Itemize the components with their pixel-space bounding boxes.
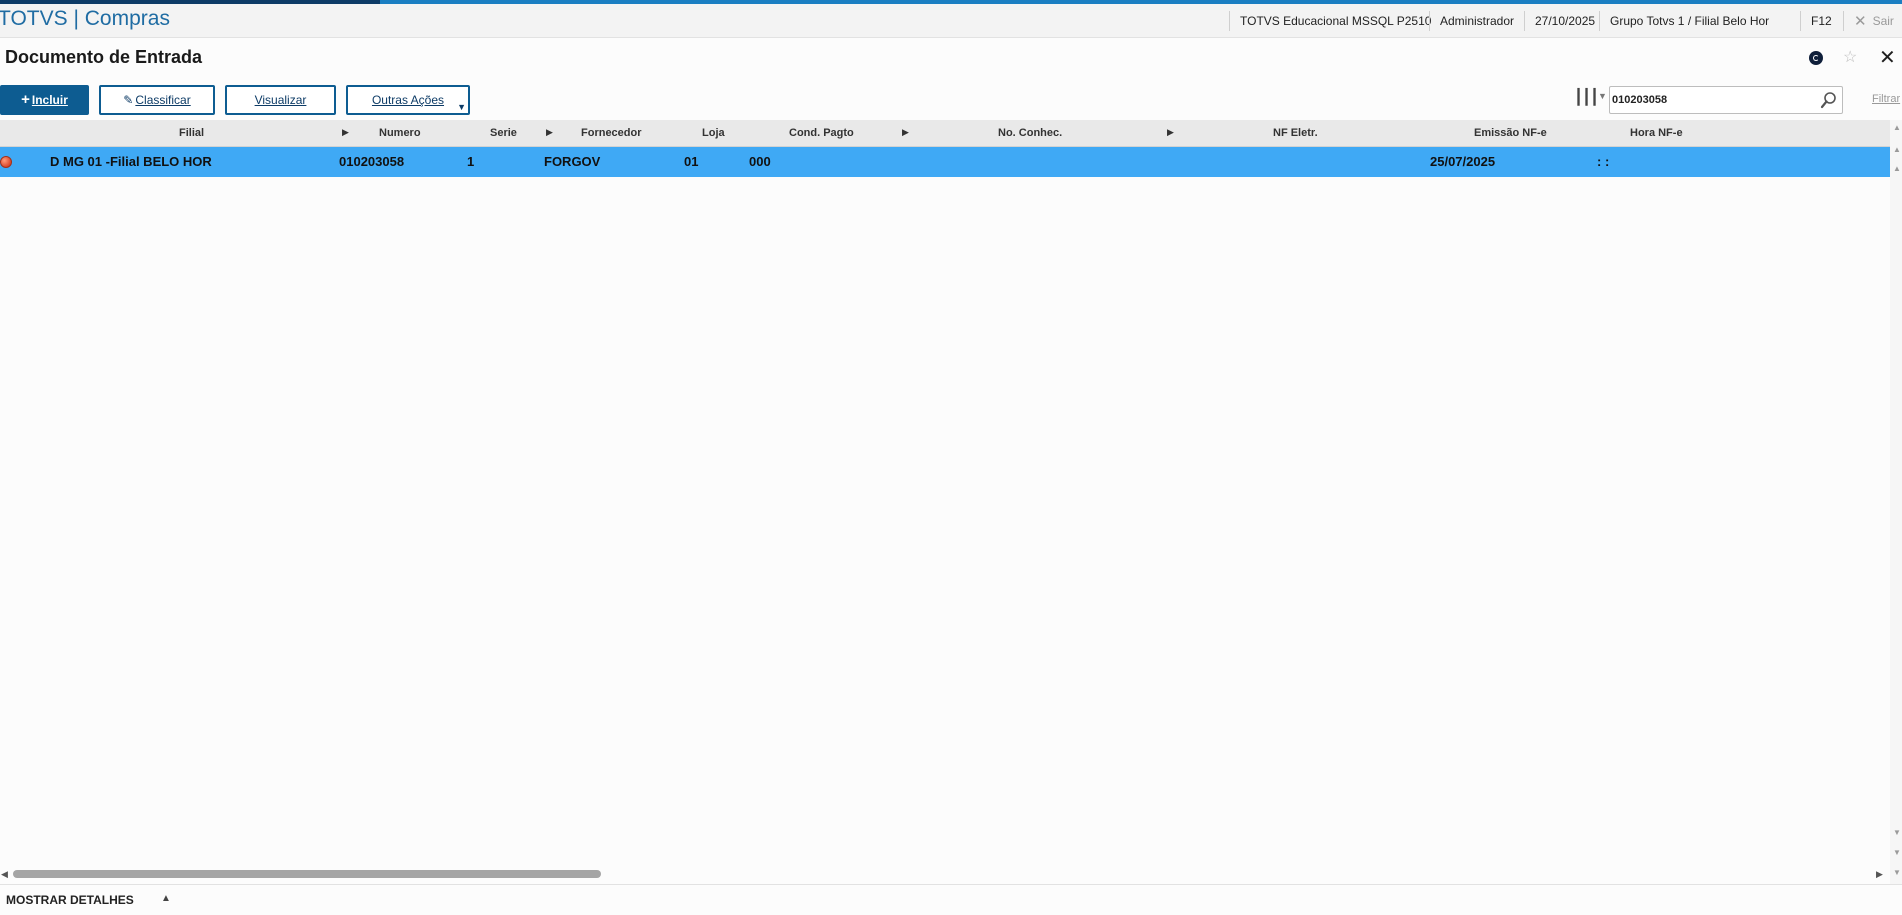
scroll-page-up-icon[interactable]: ▲: [1893, 146, 1901, 154]
favorite-star-icon[interactable]: ☆: [1843, 47, 1857, 67]
scroll-down-icon[interactable]: ▼: [1893, 829, 1901, 837]
scroll-page-down-icon[interactable]: ▼: [1893, 849, 1901, 857]
column-header-nf-eletr[interactable]: NF Eletr.: [1273, 127, 1318, 139]
search-input[interactable]: [1612, 90, 1812, 110]
vertical-scrollbar[interactable]: [1890, 120, 1902, 885]
status-indicator-icon: [0, 156, 12, 168]
expand-up-icon[interactable]: ▲: [161, 893, 171, 904]
grid-header: Filial ▶ Numero Serie ▶ Fornecedor Loja …: [0, 120, 1890, 147]
exit-button[interactable]: ✕ Sair: [1843, 11, 1902, 31]
cell-filial: D MG 01 -Filial BELO HOR: [50, 154, 212, 169]
scroll-right-icon[interactable]: ▶: [1876, 869, 1883, 880]
date-info[interactable]: 27/10/2025: [1524, 11, 1605, 31]
outras-acoes-button[interactable]: Outras Ações ▼: [346, 85, 470, 115]
totvs-assistant-icon[interactable]: [1809, 51, 1823, 65]
exit-label: Sair: [1872, 14, 1894, 28]
table-row[interactable]: D MG 01 -Filial BELO HOR 010203058 1 FOR…: [0, 147, 1890, 177]
column-header-serie[interactable]: Serie: [490, 127, 517, 139]
column-header-no-conhec[interactable]: No. Conhec.: [998, 127, 1062, 139]
column-expand-arrow-icon[interactable]: ▶: [1167, 127, 1174, 138]
cell-hora-nfe: : :: [1597, 154, 1610, 169]
show-details-toggle[interactable]: MOSTRAR DETALHES: [6, 893, 134, 907]
cell-loja: 01: [684, 154, 699, 169]
classificar-button[interactable]: ✎ Classificar: [99, 85, 215, 115]
outras-acoes-label: Outras Ações: [371, 93, 445, 107]
company-info[interactable]: Grupo Totvs 1 / Filial Belo Hor: [1599, 11, 1788, 31]
environment-info[interactable]: TOTVS Educacional MSSQL P2510: [1229, 11, 1441, 31]
column-expand-arrow-icon[interactable]: ▶: [902, 127, 909, 138]
app-header: TOTVS | Compras TOTVS Educacional MSSQL …: [0, 4, 1902, 38]
filter-link[interactable]: Filtrar: [1872, 93, 1900, 105]
incluir-label: Incluir: [31, 93, 68, 107]
dropdown-caret-icon: ▼: [457, 102, 466, 112]
visualizar-label: Visualizar: [254, 93, 307, 107]
cell-cond-pagto: 000: [749, 154, 771, 169]
column-header-hora-nfe[interactable]: Hora NF-e: [1630, 127, 1683, 139]
column-header-fornecedor[interactable]: Fornecedor: [581, 127, 642, 139]
column-expand-arrow-icon[interactable]: ▶: [342, 127, 349, 138]
column-header-loja[interactable]: Loja: [702, 127, 725, 139]
column-header-emissao-nfe[interactable]: Emissão NF-e: [1474, 127, 1547, 139]
visualizar-button[interactable]: Visualizar: [225, 85, 336, 115]
search-box: [1609, 86, 1843, 114]
scroll-top-icon[interactable]: ▲: [1893, 124, 1901, 132]
cell-serie: 1: [467, 154, 475, 169]
close-x-icon: ✕: [1854, 13, 1867, 30]
column-header-numero[interactable]: Numero: [379, 127, 421, 139]
column-header-filial[interactable]: Filial: [179, 127, 204, 139]
horizontal-scroll-thumb[interactable]: [13, 870, 601, 878]
user-info[interactable]: Administrador: [1429, 11, 1524, 31]
cell-fornecedor: FORGOV: [544, 154, 601, 169]
incluir-button[interactable]: + Incluir: [0, 85, 89, 115]
cell-numero: 010203058: [339, 154, 405, 169]
details-footer: MOSTRAR DETALHES ▲: [0, 884, 1902, 915]
page-title: Documento de Entrada: [5, 47, 203, 67]
close-page-icon[interactable]: ✕: [1879, 45, 1896, 70]
columns-config-icon[interactable]: ┃┃┃: [1574, 88, 1599, 106]
scroll-bottom-icon[interactable]: ▼: [1893, 869, 1901, 877]
pencil-icon: ✎: [123, 93, 134, 107]
plus-icon: +: [21, 91, 30, 108]
f12-button[interactable]: F12: [1800, 11, 1842, 31]
scroll-up-icon[interactable]: ▲: [1893, 165, 1901, 173]
app-title: TOTVS | Compras: [0, 7, 170, 30]
search-icon[interactable]: [1820, 90, 1838, 110]
columns-dropdown-icon[interactable]: ▼: [1598, 91, 1607, 101]
column-expand-arrow-icon[interactable]: ▶: [546, 127, 553, 138]
column-header-cond-pagto[interactable]: Cond. Pagto: [789, 127, 854, 139]
classificar-label: Classificar: [135, 93, 191, 107]
cell-emissao-nfe: 25/07/2025: [1430, 154, 1496, 169]
scroll-left-icon[interactable]: ◀: [1, 869, 8, 880]
